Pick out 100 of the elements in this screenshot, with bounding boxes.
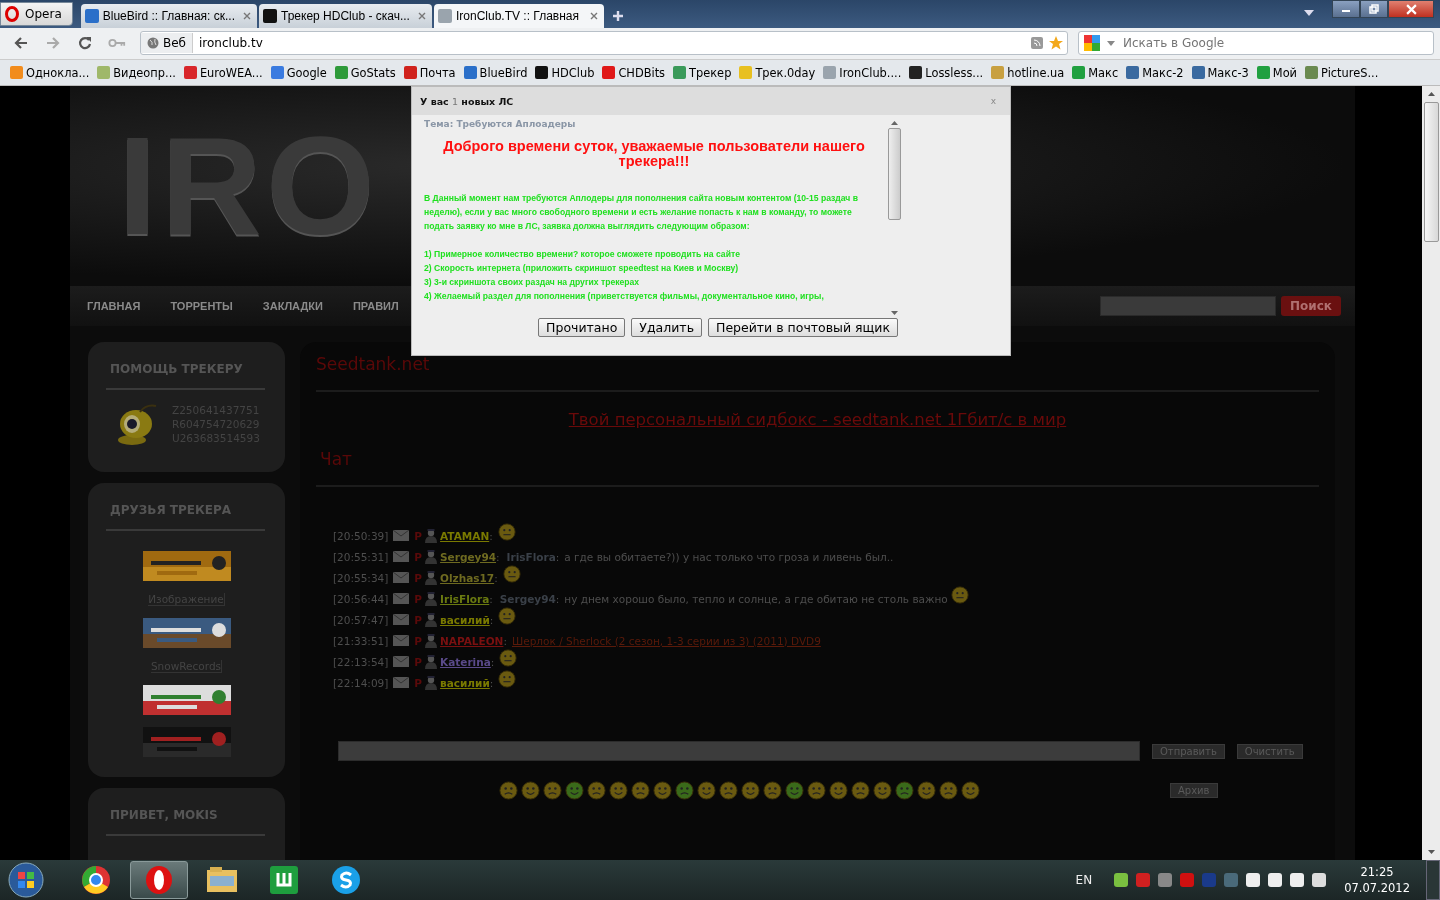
smiley-icon[interactable] [807, 781, 826, 800]
close-icon[interactable] [417, 11, 426, 20]
tray-icon[interactable] [1290, 873, 1305, 887]
close-icon[interactable] [589, 11, 598, 20]
rss-icon[interactable] [1031, 37, 1043, 50]
smiley-icon[interactable] [763, 781, 782, 800]
smiley-icon[interactable] [609, 781, 628, 800]
smiley-icon[interactable] [873, 781, 892, 800]
smiley-icon[interactable] [785, 781, 804, 800]
username-link[interactable]: Katerina [440, 655, 491, 668]
scroll-thumb[interactable] [1423, 102, 1439, 242]
smiley-icon[interactable] [895, 781, 914, 800]
chat-input-field[interactable] [338, 741, 1140, 761]
search-field[interactable]: Искать в Google [1078, 31, 1434, 56]
scroll-down-icon[interactable] [1427, 850, 1435, 854]
close-icon[interactable] [243, 11, 252, 20]
smiley-icon[interactable] [741, 781, 760, 800]
smiley-icon[interactable] [587, 781, 606, 800]
bookmark[interactable]: CHDBits [602, 65, 666, 80]
star-icon[interactable] [1049, 36, 1063, 51]
scroll-thumb[interactable] [887, 128, 901, 220]
tray-icon[interactable] [1246, 873, 1261, 887]
dialog-button[interactable]: Прочитано [538, 318, 626, 337]
show-desktop-button[interactable] [1426, 860, 1440, 900]
bookmark[interactable]: Однокла... [10, 65, 90, 80]
language-indicator[interactable]: EN [1075, 873, 1093, 887]
bookmark[interactable]: EuroWEA... [183, 65, 263, 80]
browser-tab[interactable]: Трекер HDClub - скач... [259, 3, 432, 28]
envelope-icon[interactable] [393, 530, 410, 541]
smiley-icon[interactable] [565, 781, 584, 800]
bookmark[interactable]: Мой [1256, 65, 1297, 80]
nav-link[interactable]: ГЛАВНАЯ [87, 300, 141, 312]
bookmark[interactable]: Макс-2 [1126, 65, 1184, 80]
page-scrollbar[interactable] [1422, 86, 1440, 860]
nav-link[interactable]: ПРАВИЛ [352, 300, 399, 312]
nav-link[interactable]: ЗАКЛАДКИ [262, 300, 323, 312]
reload-icon[interactable] [76, 35, 94, 52]
smiley-icon[interactable] [719, 781, 738, 800]
taskbar-app[interactable] [130, 861, 188, 899]
bookmark[interactable]: BlueBird [463, 65, 528, 80]
scroll-up-icon[interactable] [890, 121, 898, 125]
smiley-icon[interactable] [961, 781, 980, 800]
tray-icon[interactable] [1114, 873, 1129, 887]
tray-icon[interactable] [1268, 873, 1283, 887]
smiley-icon[interactable] [939, 781, 958, 800]
smiley-icon[interactable] [543, 781, 562, 800]
dropdown-icon[interactable] [1304, 9, 1314, 16]
smiley-icon[interactable] [697, 781, 716, 800]
smiley-icon[interactable] [653, 781, 672, 800]
username-link[interactable]: Olzhas17 [440, 571, 495, 584]
envelope-icon[interactable] [393, 614, 410, 625]
envelope-icon[interactable] [393, 593, 410, 604]
smiley-icon[interactable] [521, 781, 540, 800]
security-badge[interactable]: Веб [141, 33, 193, 54]
start-button[interactable] [8, 862, 44, 898]
bookmark[interactable]: hotline.ua [991, 65, 1065, 80]
close-link[interactable]: x [990, 96, 996, 106]
bookmark[interactable]: HDClub [535, 65, 595, 80]
browser-tab[interactable]: IronClub.TV :: Главная [433, 3, 604, 28]
scrollbar[interactable] [888, 119, 900, 317]
username-link[interactable]: василий [440, 613, 490, 626]
smiley-icon[interactable] [675, 781, 694, 800]
clock[interactable]: 21:25 07.07.2012 [1344, 864, 1410, 896]
bookmark[interactable]: Почта [403, 65, 456, 80]
envelope-icon[interactable] [393, 551, 410, 562]
scroll-down-icon[interactable] [890, 311, 898, 315]
bookmark[interactable]: PictureS... [1305, 65, 1379, 80]
caret-icon[interactable] [1107, 41, 1115, 46]
bookmark[interactable]: IronClub.... [823, 65, 902, 80]
smiley-icon[interactable] [917, 781, 936, 800]
envelope-icon[interactable] [393, 656, 410, 667]
bookmark[interactable]: Lossless... [909, 65, 984, 80]
search-button[interactable]: Поиск [1281, 296, 1341, 316]
close-button[interactable] [1388, 0, 1434, 18]
dialog-button[interactable]: Удалить [631, 318, 702, 337]
address-field[interactable]: Веб ironclub.tv [140, 31, 1068, 56]
bookmark[interactable]: Макс [1072, 65, 1119, 80]
new-tab-icon[interactable] [611, 9, 624, 22]
envelope-icon[interactable] [393, 635, 410, 646]
site-search-field[interactable] [1100, 296, 1277, 316]
bookmark[interactable]: Трекер [673, 65, 732, 80]
nav-link[interactable]: ТОРРЕНТЫ [170, 300, 233, 312]
smiley-icon[interactable] [851, 781, 870, 800]
scroll-up-icon[interactable] [1427, 92, 1435, 96]
smiley-icon[interactable] [829, 781, 848, 800]
bookmark[interactable]: Google [270, 65, 327, 80]
smiley-icon[interactable] [499, 781, 518, 800]
envelope-icon[interactable] [393, 572, 410, 583]
opera-menu-button[interactable]: Opera [0, 1, 73, 26]
bookmark[interactable]: Трек.0day [739, 65, 816, 80]
bookmark[interactable]: GoStats [334, 65, 396, 80]
envelope-icon[interactable] [393, 677, 410, 688]
maximize-button[interactable] [1360, 0, 1388, 18]
bookmark[interactable]: Видеопр... [97, 65, 176, 80]
minimize-button[interactable] [1332, 0, 1360, 18]
smiley-icon[interactable] [631, 781, 650, 800]
browser-tab[interactable]: BlueBird :: Главная: ск... [80, 3, 258, 28]
tray-icon[interactable] [1312, 873, 1327, 887]
username-link[interactable]: василий [440, 676, 490, 689]
dialog-button[interactable]: Перейти в почтовый ящик [708, 318, 898, 337]
